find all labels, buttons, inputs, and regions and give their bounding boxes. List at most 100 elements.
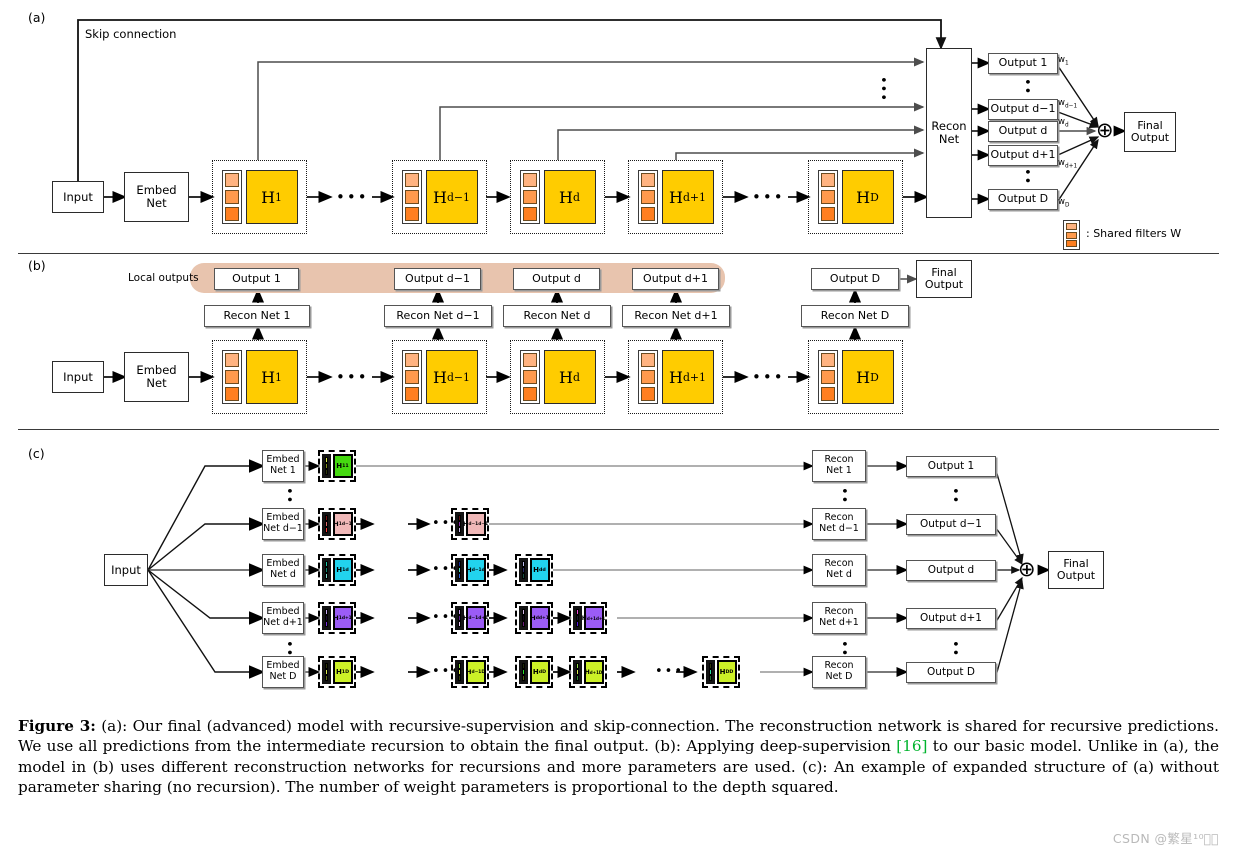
panel-c-cell-r4-b2[interactable]: Hd−1 d+1: [451, 602, 489, 634]
panel-c-cell-r2-b2[interactable]: Hd−1 d−1: [451, 508, 489, 540]
panel-a-weight-d: wd: [1058, 117, 1069, 129]
panel-c-cell-r2-b1[interactable]: H 1 d−1: [318, 508, 356, 540]
panel-a-cell-d-minus-1[interactable]: Hd−1: [392, 160, 487, 234]
shared-filters-icon: [221, 350, 242, 404]
panel-a-weight-d-minus-1: wd−1: [1058, 98, 1078, 110]
panel-c-output-d-minus-1[interactable]: Output d−1: [906, 514, 996, 535]
filters-icon: [454, 660, 464, 684]
citation-link[interactable]: [16]: [896, 737, 927, 755]
panel-c-cell-r5-b5[interactable]: HDD: [702, 656, 740, 688]
filters-icon: [518, 660, 528, 684]
panel-c-cell-r3-b3[interactable]: Hdd: [515, 554, 553, 586]
panel-b-output-D[interactable]: Output D: [811, 268, 899, 290]
panel-b-output-d[interactable]: Output d: [513, 268, 600, 290]
panel-c-final-output[interactable]: Final Output: [1048, 551, 1104, 589]
panel-c-embed-net-D[interactable]: Embed Net D: [262, 656, 304, 688]
panel-a-output-d-plus-1[interactable]: Output d+1: [988, 145, 1058, 166]
panel-a-output-D[interactable]: Output D: [988, 189, 1058, 210]
panel-b-cell-d-plus-1[interactable]: Hd+1: [628, 340, 723, 414]
panel-c-cell-r4-b4[interactable]: Hd+1 d+1: [569, 602, 607, 634]
panel-c-recon-ellipsis-2: ••: [836, 640, 851, 658]
panel-b-recon-net-d-minus-1[interactable]: Recon Net d−1: [384, 305, 492, 327]
figure-canvas: (a) Skip connection Input Embed Net H1 •…: [0, 0, 1237, 853]
panel-b-input[interactable]: Input: [52, 361, 104, 393]
panel-b-recon-net-d-plus-1[interactable]: Recon Net d+1: [622, 305, 730, 327]
panel-c-output-1[interactable]: Output 1: [906, 456, 996, 477]
panel-a-cell-d[interactable]: Hd: [510, 160, 605, 234]
panel-b-output-d-minus-1[interactable]: Output d−1: [394, 268, 481, 290]
filters-icon: [705, 660, 715, 684]
panel-c-cell-r1-b1[interactable]: H11: [318, 450, 356, 482]
panel-a-output-1[interactable]: Output 1: [988, 53, 1058, 74]
panel-b-embed-net[interactable]: Embed Net: [124, 352, 189, 402]
panel-c-cell-r5-b2[interactable]: Hd−1 D: [451, 656, 489, 688]
panel-a-hidden-block-d-plus-1: Hd+1: [661, 170, 714, 224]
panel-c-cell-r4-b3[interactable]: Hd d+1: [515, 602, 553, 634]
filters-icon: [518, 558, 528, 582]
panel-a-embed-net[interactable]: Embed Net: [124, 172, 189, 222]
panel-c-recon-net-D[interactable]: Recon Net D: [812, 656, 866, 688]
panel-c-cell-r5-b4[interactable]: Hd+1 D: [569, 656, 607, 688]
panel-b-final-output[interactable]: Final Output: [916, 260, 972, 298]
panel-c-ellipsis-r5-b: •••: [655, 664, 685, 679]
panel-b-output-d-plus-1[interactable]: Output d+1: [632, 268, 719, 290]
panel-c-cell-r4-b1[interactable]: H 1 d+1: [318, 602, 356, 634]
panel-c-cell-r3-b1[interactable]: H1d: [318, 554, 356, 586]
panel-c-cell-r5-b3[interactable]: HdD: [515, 656, 553, 688]
panel-b-recon-net-D[interactable]: Recon Net D: [801, 305, 909, 327]
panel-c-hidden-block-r5-b5: HDD: [716, 660, 737, 684]
panel-b-cell-1[interactable]: H1: [212, 340, 307, 414]
panel-c-embed-net-d-minus-1[interactable]: Embed Net d−1: [262, 508, 304, 540]
panel-c-output-d[interactable]: Output d: [906, 560, 996, 581]
panel-c-embed-net-d[interactable]: Embed Net d: [262, 554, 304, 586]
panel-c-recon-net-d[interactable]: Recon Net d: [812, 554, 866, 586]
shared-filters-icon: [637, 170, 658, 224]
shared-filters-icon: [221, 170, 242, 224]
panel-b-hidden-block-1: H1: [245, 350, 298, 404]
panel-c-recon-net-d-plus-1[interactable]: Recon Net d+1: [812, 602, 866, 634]
panel-c-embed-ellipsis-2: ••: [281, 640, 296, 658]
panel-a-hidden-block-d: Hd: [543, 170, 596, 224]
panel-c-embed-net-1[interactable]: Embed Net 1: [262, 450, 304, 482]
panel-a-recon-net[interactable]: Recon Net: [926, 48, 972, 218]
shared-filters-icon: [519, 170, 540, 224]
panel-c-hidden-block-r2-b2: Hd−1 d−1: [463, 512, 488, 536]
figure-caption: Figure 3: (a): Our final (advanced) mode…: [18, 716, 1219, 797]
local-outputs-label: Local outputs: [128, 272, 199, 284]
panel-a-cell-1[interactable]: H1: [212, 160, 307, 234]
filters-icon: [321, 454, 331, 478]
panel-c-recon-net-d-minus-1[interactable]: Recon Net d−1: [812, 508, 866, 540]
filters-icon: [454, 558, 464, 582]
filters-icon: [572, 606, 582, 630]
panel-a-output-d[interactable]: Output d: [988, 121, 1058, 142]
panel-c-hidden-block-r4-b1: H 1 d+1: [332, 606, 353, 630]
panel-a-cell-D[interactable]: HD: [808, 160, 903, 234]
panel-c-output-ellipsis-2: ••: [947, 640, 962, 658]
panel-b-cell-d[interactable]: Hd: [510, 340, 605, 414]
shared-filters-icon: [519, 350, 540, 404]
panel-a-output-d-minus-1[interactable]: Output d−1: [988, 99, 1058, 120]
panel-a-input[interactable]: Input: [52, 181, 104, 213]
panel-b-output-1[interactable]: Output 1: [214, 268, 299, 290]
panel-b-cell-d-minus-1[interactable]: Hd−1: [392, 340, 487, 414]
panel-c-input[interactable]: Input: [104, 554, 148, 586]
panel-c-recon-ellipsis-1: ••: [836, 487, 851, 505]
shared-filters-icon: [817, 350, 838, 404]
panel-b-cell-D[interactable]: HD: [808, 340, 903, 414]
panel-c-output-D[interactable]: Output D: [906, 662, 996, 683]
panel-b-recon-net-d[interactable]: Recon Net d: [503, 305, 611, 327]
filters-icon: [321, 558, 331, 582]
shared-filters-icon: [817, 170, 838, 224]
panel-a-final-output[interactable]: Final Output: [1124, 112, 1176, 152]
panel-c-sum-node: ⊕: [1018, 557, 1036, 581]
panel-c-cell-r5-b1[interactable]: H1D: [318, 656, 356, 688]
panel-c-hidden-block-r2-b1: H 1 d−1: [332, 512, 353, 536]
panel-a-cell-d-plus-1[interactable]: Hd+1: [628, 160, 723, 234]
panel-c-recon-net-1[interactable]: Recon Net 1: [812, 450, 866, 482]
panel-c-cell-r3-b2[interactable]: Hd−1 d: [451, 554, 489, 586]
panel-c-hidden-block-r4-b4: Hd+1 d+1: [582, 606, 605, 630]
panel-a-hidden-block-D: HD: [841, 170, 894, 224]
panel-c-embed-net-d-plus-1[interactable]: Embed Net d+1: [262, 602, 304, 634]
panel-c-output-d-plus-1[interactable]: Output d+1: [906, 608, 996, 629]
panel-b-recon-net-1[interactable]: Recon Net 1: [204, 305, 310, 327]
